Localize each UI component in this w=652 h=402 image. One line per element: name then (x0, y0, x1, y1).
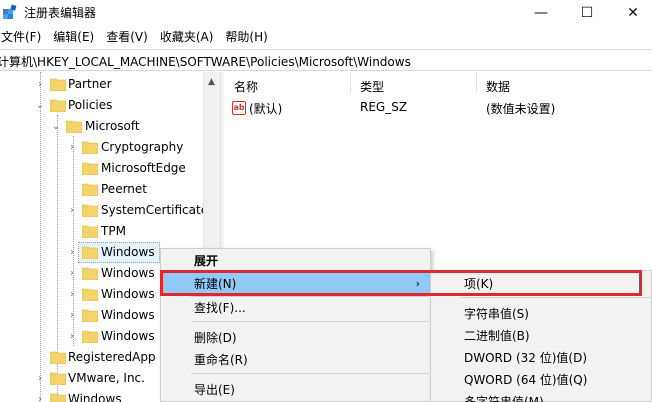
column-header-type[interactable]: 类型 (360, 78, 384, 95)
expand-arrow-icon[interactable]: › (66, 284, 78, 305)
column-header-data[interactable]: 数据 (486, 78, 510, 95)
tree-item-label: Microsoft (85, 119, 140, 133)
menu-item-rename[interactable]: 重命名(R) (161, 349, 432, 371)
expand-arrow-icon[interactable]: › (66, 263, 78, 284)
tree-expander (66, 158, 78, 179)
menu-edit[interactable]: 编辑(E) (47, 26, 100, 48)
expand-arrow-icon[interactable]: › (66, 326, 78, 347)
address-bar[interactable]: 计算机\HKEY_LOCAL_MACHINE\SOFTWARE\Policies… (0, 49, 652, 71)
title-bar: 注册表编辑器 — ☐ ✕ (0, 0, 652, 26)
tree-item[interactable]: › Partner (0, 74, 203, 95)
tree-item-label: Policies (68, 98, 113, 112)
tree-item[interactable]: ⌄ Microsoft (0, 116, 203, 137)
tree-item-label: Windows (101, 266, 155, 280)
value-name[interactable]: (默认) (249, 100, 282, 117)
folder-open-icon (66, 120, 82, 133)
tree-item-label: RegisteredApp (68, 350, 156, 364)
tree-item[interactable]: Peernet (0, 179, 203, 200)
close-button[interactable]: ✕ (610, 0, 652, 26)
registry-editor-icon (3, 4, 17, 19)
folder-icon (82, 246, 98, 259)
tree-item[interactable]: › Cryptography (0, 137, 203, 158)
tree-item-label: SystemCertificate (101, 203, 209, 217)
folder-icon (82, 309, 98, 322)
tree-item[interactable]: › SystemCertificate (0, 200, 208, 221)
tree-item-label: Windows (101, 329, 155, 343)
expand-arrow-icon[interactable]: › (34, 74, 46, 95)
address-path: 计算机\HKEY_LOCAL_MACHINE\SOFTWARE\Policies… (0, 55, 411, 69)
menu-item-delete[interactable]: 删除(D) (161, 327, 432, 349)
expand-arrow-icon[interactable]: › (34, 368, 46, 389)
tree-item-label: MicrosoftEdge (101, 161, 186, 175)
menu-item-expand[interactable]: 展开 (161, 250, 432, 272)
folder-icon (82, 267, 98, 280)
folder-icon (50, 372, 66, 385)
tree-expander (66, 221, 78, 242)
folder-open-icon (50, 99, 66, 112)
folder-icon (82, 288, 98, 301)
tree-item[interactable]: ⌄ Policies (0, 95, 203, 116)
folder-icon (82, 162, 98, 175)
tree-item-label: Windows (101, 308, 155, 322)
submenu-item-qword-value[interactable]: QWORD (64 位)值(Q) (431, 369, 652, 391)
value-data: (数值未设置) (486, 102, 556, 116)
maximize-button[interactable]: ☐ (564, 0, 610, 26)
folder-icon (50, 351, 66, 364)
expand-arrow-icon[interactable]: › (66, 200, 78, 221)
menu-item-export[interactable]: 导出(E) (161, 379, 432, 401)
minimize-button[interactable]: — (518, 0, 564, 26)
folder-icon (82, 204, 98, 217)
window-title: 注册表编辑器 (24, 6, 97, 20)
menu-favorites[interactable]: 收藏夹(A) (154, 26, 220, 48)
menu-divider (191, 321, 429, 322)
menu-help[interactable]: 帮助(H) (219, 26, 273, 48)
expand-arrow-icon[interactable]: › (34, 389, 46, 402)
folder-icon (82, 141, 98, 154)
tree-item-label: Cryptography (101, 140, 184, 154)
expand-arrow-icon[interactable]: › (66, 305, 78, 326)
tree-item-label: Windows (101, 245, 155, 259)
column-header-name[interactable]: 名称 (234, 78, 258, 95)
tree-item-label: Partner (68, 77, 112, 91)
tree-item-label: Windows (101, 287, 155, 301)
submenu-item-multi-string-value[interactable]: 多字符串值(M) (431, 391, 652, 402)
collapse-arrow-icon[interactable]: ⌄ (50, 116, 62, 137)
menu-view[interactable]: 查看(V) (100, 26, 154, 48)
folder-icon (82, 225, 98, 238)
collapse-arrow-icon[interactable]: ⌄ (34, 95, 46, 116)
submenu-item-dword-value[interactable]: DWORD (32 位)值(D) (431, 347, 652, 369)
highlight-annotation-box (160, 270, 642, 296)
folder-icon (82, 330, 98, 343)
tree-expander (66, 179, 78, 200)
folder-icon (82, 183, 98, 196)
expand-arrow-icon[interactable]: › (66, 242, 78, 263)
tree-item[interactable]: TPM (0, 221, 203, 242)
string-value-icon: ab (232, 101, 246, 115)
tree-item-label: TPM (101, 224, 126, 238)
menu-divider (461, 297, 651, 298)
value-type: REG_SZ (360, 100, 408, 114)
menu-divider (191, 373, 429, 374)
submenu-item-binary-value[interactable]: 二进制值(B) (431, 325, 652, 347)
column-divider[interactable] (350, 72, 351, 94)
tree-item-label: VMware, Inc. (68, 371, 145, 385)
tree-item-label: Peernet (101, 182, 147, 196)
tree-item-label: Windows (68, 392, 122, 402)
scroll-up-arrow-icon[interactable]: ▲ (203, 74, 220, 90)
column-divider[interactable] (476, 72, 477, 94)
submenu-item-string-value[interactable]: 字符串值(S) (431, 303, 652, 325)
folder-icon (50, 78, 66, 91)
menu-item-find[interactable]: 查找(F)... (161, 297, 432, 319)
menu-bar: 文件(F) 编辑(E) 查看(V) 收藏夹(A) 帮助(H) (0, 26, 652, 48)
tree-item[interactable]: MicrosoftEdge (0, 158, 203, 179)
folder-icon (50, 393, 66, 402)
tree-expander (34, 347, 46, 368)
expand-arrow-icon[interactable]: › (66, 137, 78, 158)
menu-file[interactable]: 文件(F) (0, 26, 47, 48)
